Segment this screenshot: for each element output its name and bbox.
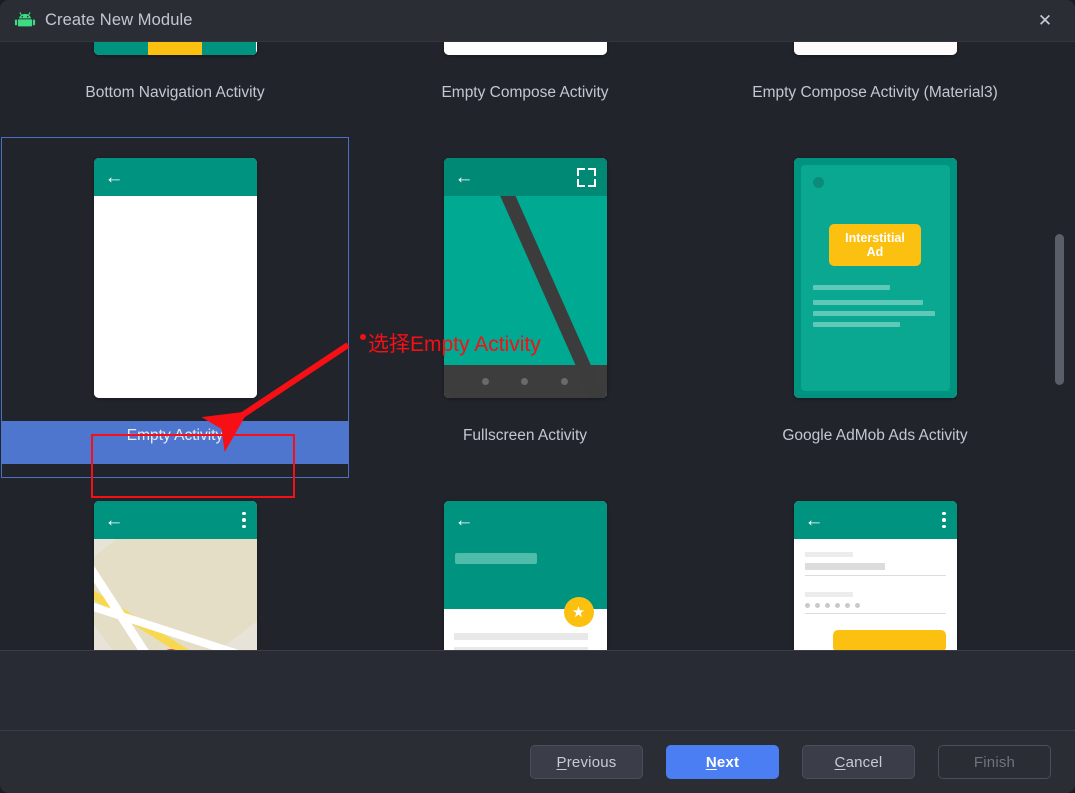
star-fab-icon: ★ (563, 597, 594, 627)
template-label: Bottom Navigation Activity (85, 84, 265, 101)
template-detail-panel (0, 650, 1075, 730)
back-arrow-icon: ← (454, 166, 474, 188)
thumbnail-fullscreen: ← (443, 158, 607, 398)
thumb-app-bar: ← (793, 501, 957, 539)
thumbnail-bottom-nav (93, 42, 257, 55)
fullscreen-icon (576, 167, 596, 187)
template-cell-empty-compose-activity-material3[interactable]: Empty Compose Activity (Material3) (700, 42, 1050, 136)
interstitial-ad-button: Interstitial Ad (829, 224, 921, 266)
thumb-login-button (832, 630, 946, 650)
thumb-content-area (93, 196, 257, 398)
template-row: ← ← ★ ← (0, 479, 1060, 650)
template-row: Bottom Navigation Activity Empty Compose… (0, 42, 1060, 136)
thumbnail-login: ← (793, 501, 957, 650)
template-label: Google AdMob Ads Activity (782, 427, 968, 444)
thumb-app-bar: ← (443, 158, 607, 196)
finish-button: Finish (938, 745, 1051, 779)
template-cell-empty-activity[interactable]: ← Empty Activity (0, 136, 350, 479)
next-button-label-rest: ext (716, 753, 740, 771)
thumb-login-form (793, 539, 957, 650)
previous-button[interactable]: Previous (530, 745, 643, 779)
template-cell-google-maps-activity[interactable]: ← (0, 479, 350, 650)
template-cell-google-admob-ads-activity[interactable]: Interstitial Ad Google AdMob Ads Activit… (700, 136, 1050, 479)
back-arrow-icon: ← (804, 509, 824, 531)
thumbnail-compose-material3 (793, 42, 957, 55)
template-cell-bottom-navigation-activity[interactable]: Bottom Navigation Activity (0, 42, 350, 136)
back-arrow-icon: ← (104, 509, 124, 531)
template-cell-scrolling-activity[interactable]: ← ★ (350, 479, 700, 650)
back-arrow-icon: ← (104, 166, 124, 188)
thumbnail-maps: ← (93, 501, 257, 650)
dialog-titlebar: Create New Module ✕ (0, 0, 1075, 41)
thumbnail-empty-activity: ← (93, 158, 257, 398)
thumb-app-bar: ← (93, 501, 257, 539)
template-cell-fullscreen-activity[interactable]: ← Fullscreen Activity (350, 136, 700, 479)
template-label: Fullscreen Activity (462, 427, 588, 444)
overflow-menu-icon (942, 511, 946, 529)
overflow-menu-icon (242, 511, 246, 529)
cancel-button-label-rest: ancel (845, 753, 883, 771)
thumb-hero-area: ← (443, 501, 607, 609)
thumb-map-area (93, 539, 257, 650)
gallery-scrollbar[interactable] (1055, 44, 1070, 648)
thumb-title-placeholder (454, 553, 537, 564)
cancel-button[interactable]: Cancel (802, 745, 915, 779)
close-icon[interactable]: ✕ (1025, 7, 1065, 35)
template-row: ← Empty Activity ← Fullscreen Activity I… (0, 136, 1060, 479)
template-gallery[interactable]: Bottom Navigation Activity Empty Compose… (0, 41, 1075, 650)
thumbnail-admob: Interstitial Ad (793, 158, 957, 398)
back-arrow-icon: ← (454, 509, 474, 531)
thumbnail-fab-scrolling: ← ★ (443, 501, 607, 650)
create-new-module-dialog: Create New Module ✕ Bottom Navigation Ac… (0, 0, 1075, 793)
gallery-scrollbar-thumb[interactable] (1055, 234, 1064, 385)
thumb-app-bar: ← (93, 158, 257, 196)
dialog-title: Create New Module (45, 11, 193, 29)
template-cell-login-activity[interactable]: ← (700, 479, 1050, 650)
next-button[interactable]: Next (666, 745, 779, 779)
template-label-empty-activity: Empty Activity (126, 427, 224, 444)
template-label: Empty Compose Activity (441, 84, 609, 101)
dialog-button-bar: Previous Next Cancel Finish (0, 730, 1075, 793)
thumb-camera-dot (812, 177, 824, 188)
thumb-bottom-nav-bar (93, 42, 257, 55)
previous-button-label-rest: revious (566, 753, 617, 771)
thumbnail-compose-plain (443, 42, 607, 55)
template-cell-empty-compose-activity[interactable]: Empty Compose Activity (350, 42, 700, 136)
template-label: Empty Compose Activity (Material3) (752, 84, 998, 101)
thumb-placeholder-lines (812, 285, 938, 327)
template-grid: Bottom Navigation Activity Empty Compose… (0, 42, 1060, 650)
finish-button-label: Finish (973, 753, 1016, 771)
android-robot-icon (14, 10, 36, 32)
